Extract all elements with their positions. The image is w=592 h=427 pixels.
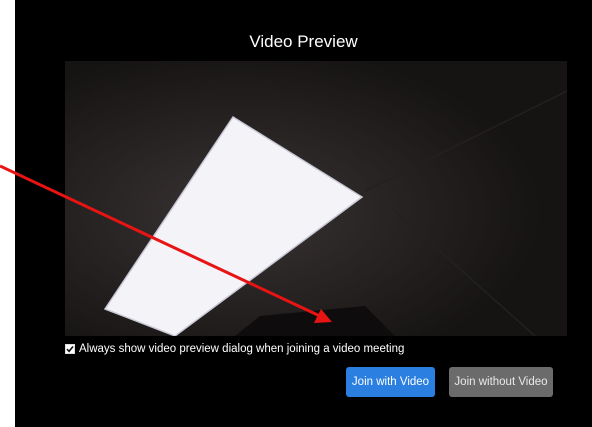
video-preview-dialog: Video Preview Always show video preview … bbox=[15, 0, 592, 427]
checkmark-icon bbox=[66, 345, 74, 353]
always-show-preview-checkbox-row[interactable]: Always show video preview dialog when jo… bbox=[65, 341, 404, 357]
always-show-preview-label: Always show video preview dialog when jo… bbox=[79, 343, 405, 355]
camera-feed-image bbox=[65, 61, 567, 336]
dialog-title: Video Preview bbox=[249, 32, 358, 51]
camera-preview bbox=[65, 61, 567, 336]
screen: Video Preview Always show video preview … bbox=[0, 0, 592, 427]
join-without-video-button[interactable]: Join without Video bbox=[449, 367, 553, 397]
always-show-preview-checkbox[interactable] bbox=[65, 344, 75, 354]
join-with-video-button[interactable]: Join with Video bbox=[346, 367, 435, 397]
